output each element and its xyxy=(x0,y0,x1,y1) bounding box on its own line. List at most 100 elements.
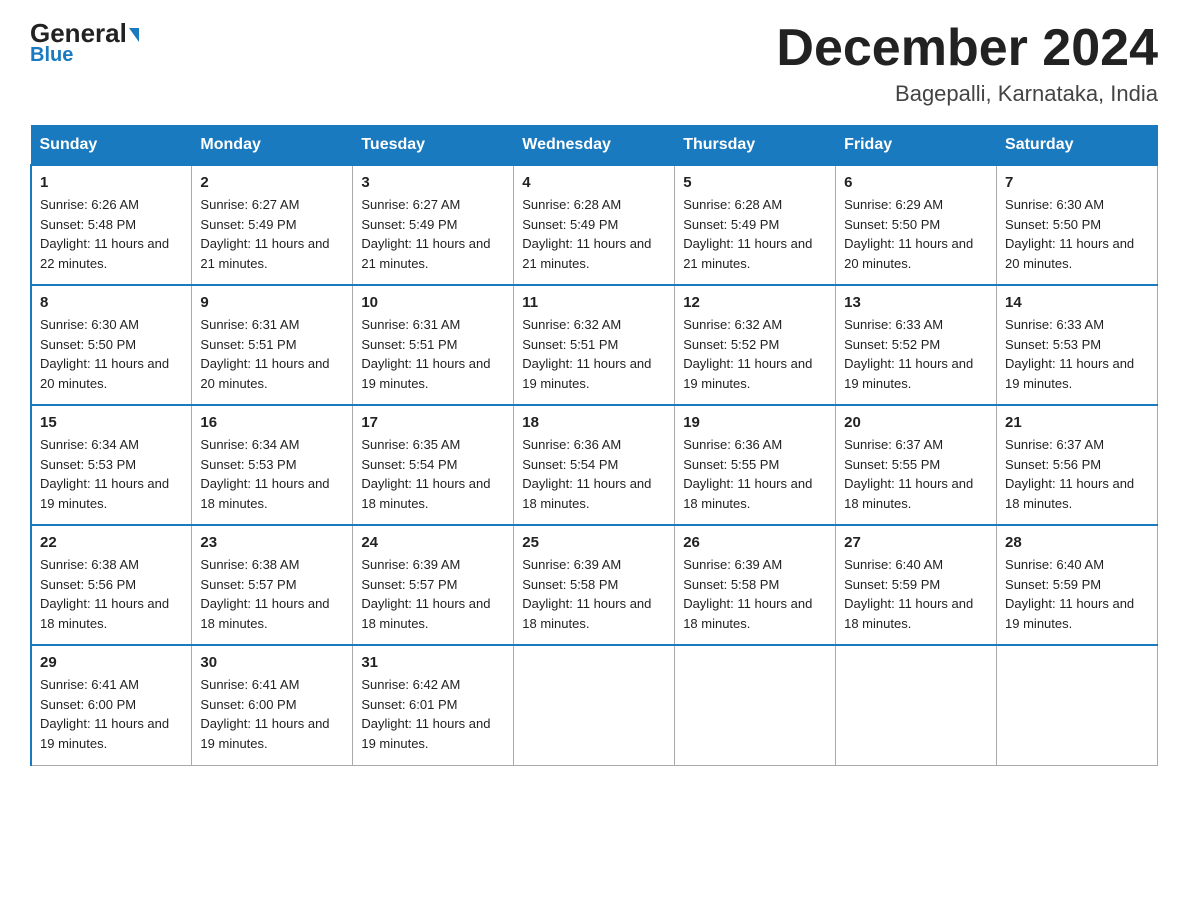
day-info: Sunrise: 6:34 AMSunset: 5:53 PMDaylight:… xyxy=(200,435,344,513)
day-number: 8 xyxy=(40,294,183,311)
day-number: 28 xyxy=(1005,534,1149,551)
day-number: 21 xyxy=(1005,414,1149,431)
calendar-cell: 6 Sunrise: 6:29 AMSunset: 5:50 PMDayligh… xyxy=(836,165,997,285)
day-number: 22 xyxy=(40,534,183,551)
day-number: 29 xyxy=(40,654,183,671)
day-number: 2 xyxy=(200,174,344,191)
calendar-cell: 21 Sunrise: 6:37 AMSunset: 5:56 PMDaylig… xyxy=(997,405,1158,525)
day-info: Sunrise: 6:32 AMSunset: 5:51 PMDaylight:… xyxy=(522,315,666,393)
day-info: Sunrise: 6:39 AMSunset: 5:58 PMDaylight:… xyxy=(522,555,666,633)
logo-blue-text: Blue xyxy=(30,44,73,67)
weekday-header-thursday: Thursday xyxy=(675,126,836,166)
day-number: 4 xyxy=(522,174,666,191)
calendar-cell: 7 Sunrise: 6:30 AMSunset: 5:50 PMDayligh… xyxy=(997,165,1158,285)
day-info: Sunrise: 6:38 AMSunset: 5:56 PMDaylight:… xyxy=(40,555,183,633)
calendar-cell: 30 Sunrise: 6:41 AMSunset: 6:00 PMDaylig… xyxy=(192,645,353,765)
calendar-cell: 17 Sunrise: 6:35 AMSunset: 5:54 PMDaylig… xyxy=(353,405,514,525)
day-info: Sunrise: 6:34 AMSunset: 5:53 PMDaylight:… xyxy=(40,435,183,513)
day-info: Sunrise: 6:41 AMSunset: 6:00 PMDaylight:… xyxy=(200,675,344,753)
calendar-cell: 1 Sunrise: 6:26 AMSunset: 5:48 PMDayligh… xyxy=(31,165,192,285)
day-info: Sunrise: 6:26 AMSunset: 5:48 PMDaylight:… xyxy=(40,195,183,273)
calendar-cell xyxy=(514,645,675,765)
day-info: Sunrise: 6:27 AMSunset: 5:49 PMDaylight:… xyxy=(200,195,344,273)
day-info: Sunrise: 6:33 AMSunset: 5:53 PMDaylight:… xyxy=(1005,315,1149,393)
day-info: Sunrise: 6:39 AMSunset: 5:57 PMDaylight:… xyxy=(361,555,505,633)
day-number: 12 xyxy=(683,294,827,311)
weekday-header-monday: Monday xyxy=(192,126,353,166)
day-number: 17 xyxy=(361,414,505,431)
day-info: Sunrise: 6:30 AMSunset: 5:50 PMDaylight:… xyxy=(1005,195,1149,273)
day-info: Sunrise: 6:35 AMSunset: 5:54 PMDaylight:… xyxy=(361,435,505,513)
calendar-cell: 9 Sunrise: 6:31 AMSunset: 5:51 PMDayligh… xyxy=(192,285,353,405)
calendar-cell: 19 Sunrise: 6:36 AMSunset: 5:55 PMDaylig… xyxy=(675,405,836,525)
calendar-cell: 2 Sunrise: 6:27 AMSunset: 5:49 PMDayligh… xyxy=(192,165,353,285)
day-info: Sunrise: 6:28 AMSunset: 5:49 PMDaylight:… xyxy=(522,195,666,273)
calendar-cell: 13 Sunrise: 6:33 AMSunset: 5:52 PMDaylig… xyxy=(836,285,997,405)
day-info: Sunrise: 6:33 AMSunset: 5:52 PMDaylight:… xyxy=(844,315,988,393)
weekday-header-tuesday: Tuesday xyxy=(353,126,514,166)
logo-text: General xyxy=(30,20,139,46)
day-number: 5 xyxy=(683,174,827,191)
calendar-table: SundayMondayTuesdayWednesdayThursdayFrid… xyxy=(30,125,1158,766)
day-info: Sunrise: 6:41 AMSunset: 6:00 PMDaylight:… xyxy=(40,675,183,753)
day-info: Sunrise: 6:38 AMSunset: 5:57 PMDaylight:… xyxy=(200,555,344,633)
calendar-cell: 28 Sunrise: 6:40 AMSunset: 5:59 PMDaylig… xyxy=(997,525,1158,645)
day-info: Sunrise: 6:37 AMSunset: 5:56 PMDaylight:… xyxy=(1005,435,1149,513)
day-number: 6 xyxy=(844,174,988,191)
calendar-cell: 16 Sunrise: 6:34 AMSunset: 5:53 PMDaylig… xyxy=(192,405,353,525)
day-info: Sunrise: 6:39 AMSunset: 5:58 PMDaylight:… xyxy=(683,555,827,633)
calendar-cell: 15 Sunrise: 6:34 AMSunset: 5:53 PMDaylig… xyxy=(31,405,192,525)
day-info: Sunrise: 6:37 AMSunset: 5:55 PMDaylight:… xyxy=(844,435,988,513)
weekday-header-wednesday: Wednesday xyxy=(514,126,675,166)
calendar-cell: 8 Sunrise: 6:30 AMSunset: 5:50 PMDayligh… xyxy=(31,285,192,405)
day-number: 18 xyxy=(522,414,666,431)
calendar-cell xyxy=(997,645,1158,765)
day-number: 27 xyxy=(844,534,988,551)
day-info: Sunrise: 6:31 AMSunset: 5:51 PMDaylight:… xyxy=(361,315,505,393)
day-info: Sunrise: 6:40 AMSunset: 5:59 PMDaylight:… xyxy=(1005,555,1149,633)
day-number: 31 xyxy=(361,654,505,671)
day-number: 16 xyxy=(200,414,344,431)
calendar-cell: 3 Sunrise: 6:27 AMSunset: 5:49 PMDayligh… xyxy=(353,165,514,285)
calendar-cell: 5 Sunrise: 6:28 AMSunset: 5:49 PMDayligh… xyxy=(675,165,836,285)
day-info: Sunrise: 6:29 AMSunset: 5:50 PMDaylight:… xyxy=(844,195,988,273)
day-number: 14 xyxy=(1005,294,1149,311)
day-number: 1 xyxy=(40,174,183,191)
day-info: Sunrise: 6:42 AMSunset: 6:01 PMDaylight:… xyxy=(361,675,505,753)
calendar-cell: 27 Sunrise: 6:40 AMSunset: 5:59 PMDaylig… xyxy=(836,525,997,645)
calendar-cell: 14 Sunrise: 6:33 AMSunset: 5:53 PMDaylig… xyxy=(997,285,1158,405)
day-number: 19 xyxy=(683,414,827,431)
calendar-cell: 23 Sunrise: 6:38 AMSunset: 5:57 PMDaylig… xyxy=(192,525,353,645)
day-number: 23 xyxy=(200,534,344,551)
day-info: Sunrise: 6:36 AMSunset: 5:55 PMDaylight:… xyxy=(683,435,827,513)
weekday-header-friday: Friday xyxy=(836,126,997,166)
page-header: General Blue December 2024 Bagepalli, Ka… xyxy=(30,20,1158,107)
day-number: 10 xyxy=(361,294,505,311)
day-number: 26 xyxy=(683,534,827,551)
day-number: 24 xyxy=(361,534,505,551)
day-number: 11 xyxy=(522,294,666,311)
day-number: 13 xyxy=(844,294,988,311)
calendar-cell: 25 Sunrise: 6:39 AMSunset: 5:58 PMDaylig… xyxy=(514,525,675,645)
day-number: 9 xyxy=(200,294,344,311)
calendar-cell xyxy=(675,645,836,765)
weekday-header-sunday: Sunday xyxy=(31,126,192,166)
day-info: Sunrise: 6:30 AMSunset: 5:50 PMDaylight:… xyxy=(40,315,183,393)
location-subtitle: Bagepalli, Karnataka, India xyxy=(776,81,1158,107)
day-number: 20 xyxy=(844,414,988,431)
calendar-cell: 26 Sunrise: 6:39 AMSunset: 5:58 PMDaylig… xyxy=(675,525,836,645)
calendar-cell: 12 Sunrise: 6:32 AMSunset: 5:52 PMDaylig… xyxy=(675,285,836,405)
day-number: 30 xyxy=(200,654,344,671)
calendar-cell: 29 Sunrise: 6:41 AMSunset: 6:00 PMDaylig… xyxy=(31,645,192,765)
calendar-cell: 31 Sunrise: 6:42 AMSunset: 6:01 PMDaylig… xyxy=(353,645,514,765)
calendar-cell: 4 Sunrise: 6:28 AMSunset: 5:49 PMDayligh… xyxy=(514,165,675,285)
title-area: December 2024 Bagepalli, Karnataka, Indi… xyxy=(776,20,1158,107)
weekday-header-saturday: Saturday xyxy=(997,126,1158,166)
calendar-cell: 18 Sunrise: 6:36 AMSunset: 5:54 PMDaylig… xyxy=(514,405,675,525)
day-info: Sunrise: 6:36 AMSunset: 5:54 PMDaylight:… xyxy=(522,435,666,513)
logo-triangle-icon xyxy=(129,28,139,42)
day-info: Sunrise: 6:28 AMSunset: 5:49 PMDaylight:… xyxy=(683,195,827,273)
calendar-cell: 22 Sunrise: 6:38 AMSunset: 5:56 PMDaylig… xyxy=(31,525,192,645)
day-info: Sunrise: 6:27 AMSunset: 5:49 PMDaylight:… xyxy=(361,195,505,273)
day-info: Sunrise: 6:32 AMSunset: 5:52 PMDaylight:… xyxy=(683,315,827,393)
